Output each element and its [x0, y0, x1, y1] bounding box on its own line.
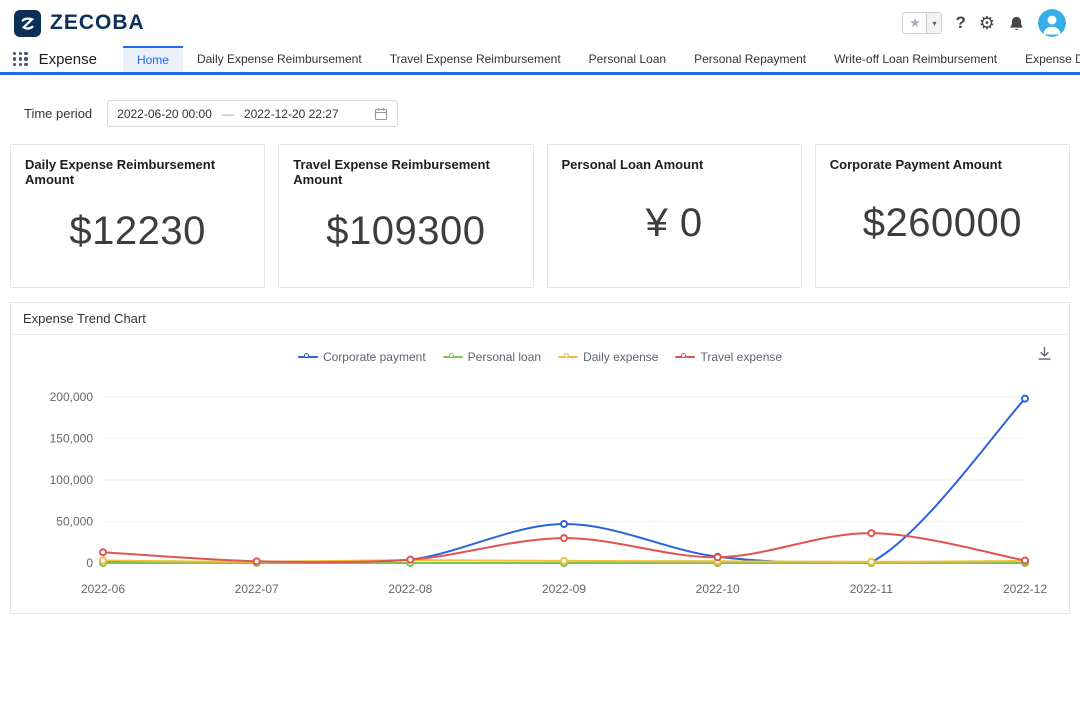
- x-tick-label: 2022-10: [696, 582, 740, 596]
- start-date-value: 2022-06-20 00:00: [117, 107, 212, 121]
- legend-daily-expense[interactable]: Daily expense: [558, 350, 658, 364]
- range-separator: —: [222, 107, 234, 121]
- apps-grid-icon[interactable]: [13, 52, 28, 67]
- legend-label: Travel expense: [700, 350, 782, 364]
- data-point-marker: [1022, 558, 1028, 564]
- download-icon: [1036, 345, 1053, 362]
- brand-name: ZECOBA: [50, 11, 145, 35]
- legend-corporate-payment[interactable]: Corporate payment: [298, 350, 426, 364]
- tab-travel-expense-reimbursement[interactable]: Travel Expense Reimbursement: [376, 46, 575, 72]
- user-avatar[interactable]: [1038, 9, 1066, 37]
- data-point-marker: [407, 557, 413, 563]
- brand-logo: ZECOBA: [14, 10, 145, 37]
- line-marker-icon: [443, 352, 463, 362]
- card-value: $109300: [293, 187, 518, 275]
- y-tick-label: 50,000: [56, 515, 93, 529]
- user-icon: [1038, 9, 1066, 37]
- time-period-label: Time period: [24, 106, 92, 121]
- legend-travel-expense[interactable]: Travel expense: [675, 350, 782, 364]
- x-tick-label: 2022-07: [235, 582, 279, 596]
- expense-trend-chart: 0 50,000 100,000 150,000 200,000 2022-06 2022-…: [11, 367, 1069, 607]
- page-content: Time period 2022-06-20 00:00 — 2022-12-2…: [0, 100, 1080, 614]
- legend-label: Corporate payment: [323, 350, 426, 364]
- y-tick-label: 200,000: [50, 390, 94, 404]
- legend-label: Personal loan: [468, 350, 541, 364]
- chart-area: Corporate payment Personal loan Daily ex…: [11, 335, 1069, 613]
- stat-cards-row: Daily Expense Reimbursement Amount $1223…: [10, 144, 1070, 288]
- download-chart-button[interactable]: [1036, 345, 1053, 362]
- legend-personal-loan[interactable]: Personal loan: [443, 350, 541, 364]
- header-actions: ★ ▾ ? ⚙: [902, 9, 1066, 37]
- data-point-marker: [1022, 396, 1028, 402]
- app-header: ZECOBA ★ ▾ ? ⚙: [0, 0, 1080, 46]
- x-tick-label: 2022-08: [388, 582, 432, 596]
- card-value: $12230: [25, 187, 250, 275]
- tab-write-off-loan-reimbursement[interactable]: Write-off Loan Reimbursement: [820, 46, 1011, 72]
- y-tick-label: 0: [86, 556, 93, 570]
- filter-row: Time period 2022-06-20 00:00 — 2022-12-2…: [10, 100, 1070, 127]
- bell-icon: [1008, 15, 1025, 32]
- module-navbar: Expense Home Daily Expense Reimbursement…: [0, 46, 1080, 75]
- y-tick-label: 150,000: [50, 432, 94, 446]
- expense-trend-panel: Expense Trend Chart Corporate payment Pe…: [10, 302, 1070, 614]
- x-tick-label: 2022-12: [1003, 582, 1047, 596]
- stat-card-daily-expense: Daily Expense Reimbursement Amount $1223…: [10, 144, 265, 288]
- card-title: Daily Expense Reimbursement Amount: [25, 157, 250, 187]
- stat-card-travel-expense: Travel Expense Reimbursement Amount $109…: [278, 144, 533, 288]
- star-icon[interactable]: ★: [903, 13, 926, 33]
- favorite-widget[interactable]: ★ ▾: [902, 12, 942, 34]
- settings-button[interactable]: ⚙: [979, 14, 995, 32]
- tab-expense-detail[interactable]: Expense Detail: [1011, 46, 1080, 72]
- tab-daily-expense-reimbursement[interactable]: Daily Expense Reimbursement: [183, 46, 376, 72]
- data-point-marker: [254, 558, 260, 564]
- panel-title: Expense Trend Chart: [11, 303, 1069, 335]
- tab-strip: Home Daily Expense Reimbursement Travel …: [123, 46, 1080, 72]
- data-point-marker: [868, 530, 874, 536]
- data-point-marker: [868, 559, 874, 565]
- help-button[interactable]: ?: [955, 13, 965, 33]
- card-value: $260000: [830, 172, 1055, 275]
- stat-card-corporate-payment: Corporate Payment Amount $260000: [815, 144, 1070, 288]
- chevron-down-icon[interactable]: ▾: [926, 13, 941, 33]
- card-title: Travel Expense Reimbursement Amount: [293, 157, 518, 187]
- data-point-marker: [561, 558, 567, 564]
- zecoba-logo-icon: [14, 10, 41, 37]
- x-tick-label: 2022-11: [850, 582, 893, 596]
- time-period-input[interactable]: 2022-06-20 00:00 — 2022-12-20 22:27: [107, 100, 398, 127]
- y-tick-label: 100,000: [50, 473, 94, 487]
- line-marker-icon: [558, 352, 578, 362]
- card-value: ¥ 0: [562, 172, 787, 275]
- x-tick-label: 2022-06: [81, 582, 125, 596]
- chart-legend: Corporate payment Personal loan Daily ex…: [11, 347, 1069, 367]
- stat-card-personal-loan: Personal Loan Amount ¥ 0: [547, 144, 802, 288]
- data-point-marker: [715, 554, 721, 560]
- data-point-marker: [100, 558, 106, 564]
- calendar-icon: [374, 107, 388, 121]
- legend-label: Daily expense: [583, 350, 658, 364]
- data-point-marker: [561, 535, 567, 541]
- data-point-marker: [100, 549, 106, 555]
- card-title: Corporate Payment Amount: [830, 157, 1055, 172]
- tab-home[interactable]: Home: [123, 46, 183, 72]
- module-title: Expense: [39, 51, 97, 68]
- tab-personal-loan[interactable]: Personal Loan: [575, 46, 680, 72]
- end-date-value: 2022-12-20 22:27: [244, 107, 339, 121]
- line-marker-icon: [298, 352, 318, 362]
- tab-personal-repayment[interactable]: Personal Repayment: [680, 46, 820, 72]
- line-marker-icon: [675, 352, 695, 362]
- x-tick-label: 2022-09: [542, 582, 586, 596]
- card-title: Personal Loan Amount: [562, 157, 787, 172]
- data-point-marker: [561, 521, 567, 527]
- notifications-button[interactable]: [1008, 15, 1025, 32]
